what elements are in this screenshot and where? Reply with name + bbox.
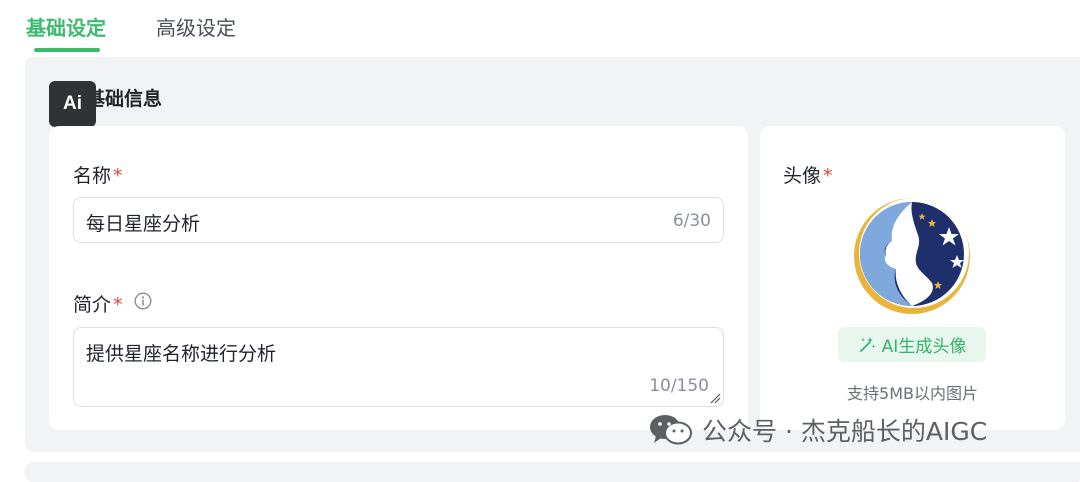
tab-bar: 基础设定 高级设定: [0, 0, 1080, 56]
intro-label-text: 简介: [73, 294, 112, 316]
info-icon[interactable]: [134, 292, 152, 310]
wechat-icon: [650, 415, 692, 445]
intro-textarea-value: 提供星座名称进行分析: [86, 343, 277, 365]
required-mark: *: [113, 165, 123, 187]
intro-label: 简介 *: [73, 290, 123, 317]
ai-badge-icon[interactable]: Ai: [49, 81, 96, 127]
ai-generate-avatar-label: AI生成头像: [881, 337, 967, 357]
avatar-label: 头像 *: [783, 161, 833, 188]
watermark: 公众号 · 杰克船长的AIGC: [648, 410, 987, 450]
name-input-value: 每日星座分析: [86, 213, 201, 235]
tab-basic-settings[interactable]: 基础设定: [26, 12, 106, 41]
name-label-text: 名称: [73, 165, 112, 187]
section-title: 基础信息: [86, 88, 163, 110]
avatar-image[interactable]: [852, 197, 972, 315]
magic-wand-icon: [859, 336, 875, 352]
required-mark: *: [113, 294, 123, 316]
intro-textarea[interactable]: 提供星座名称进行分析 10/150: [73, 327, 724, 407]
ai-generate-avatar-button[interactable]: AI生成头像: [838, 327, 986, 362]
resize-handle-icon[interactable]: [709, 392, 721, 404]
name-input[interactable]: 每日星座分析 6/30: [73, 197, 724, 243]
next-panel: [25, 462, 1080, 482]
watermark-text: 公众号 · 杰克船长的AIGC: [702, 417, 988, 446]
tab-advanced-settings[interactable]: 高级设定: [156, 12, 236, 41]
active-tab-indicator: [34, 48, 100, 52]
avatar-label-text: 头像: [783, 165, 822, 187]
name-label: 名称 *: [73, 161, 123, 188]
avatar-upload-hint: 支持5MB以内图片: [847, 384, 978, 403]
intro-char-counter: 10/150: [649, 376, 709, 396]
required-mark: *: [823, 165, 833, 187]
name-char-counter: 6/30: [672, 211, 711, 231]
